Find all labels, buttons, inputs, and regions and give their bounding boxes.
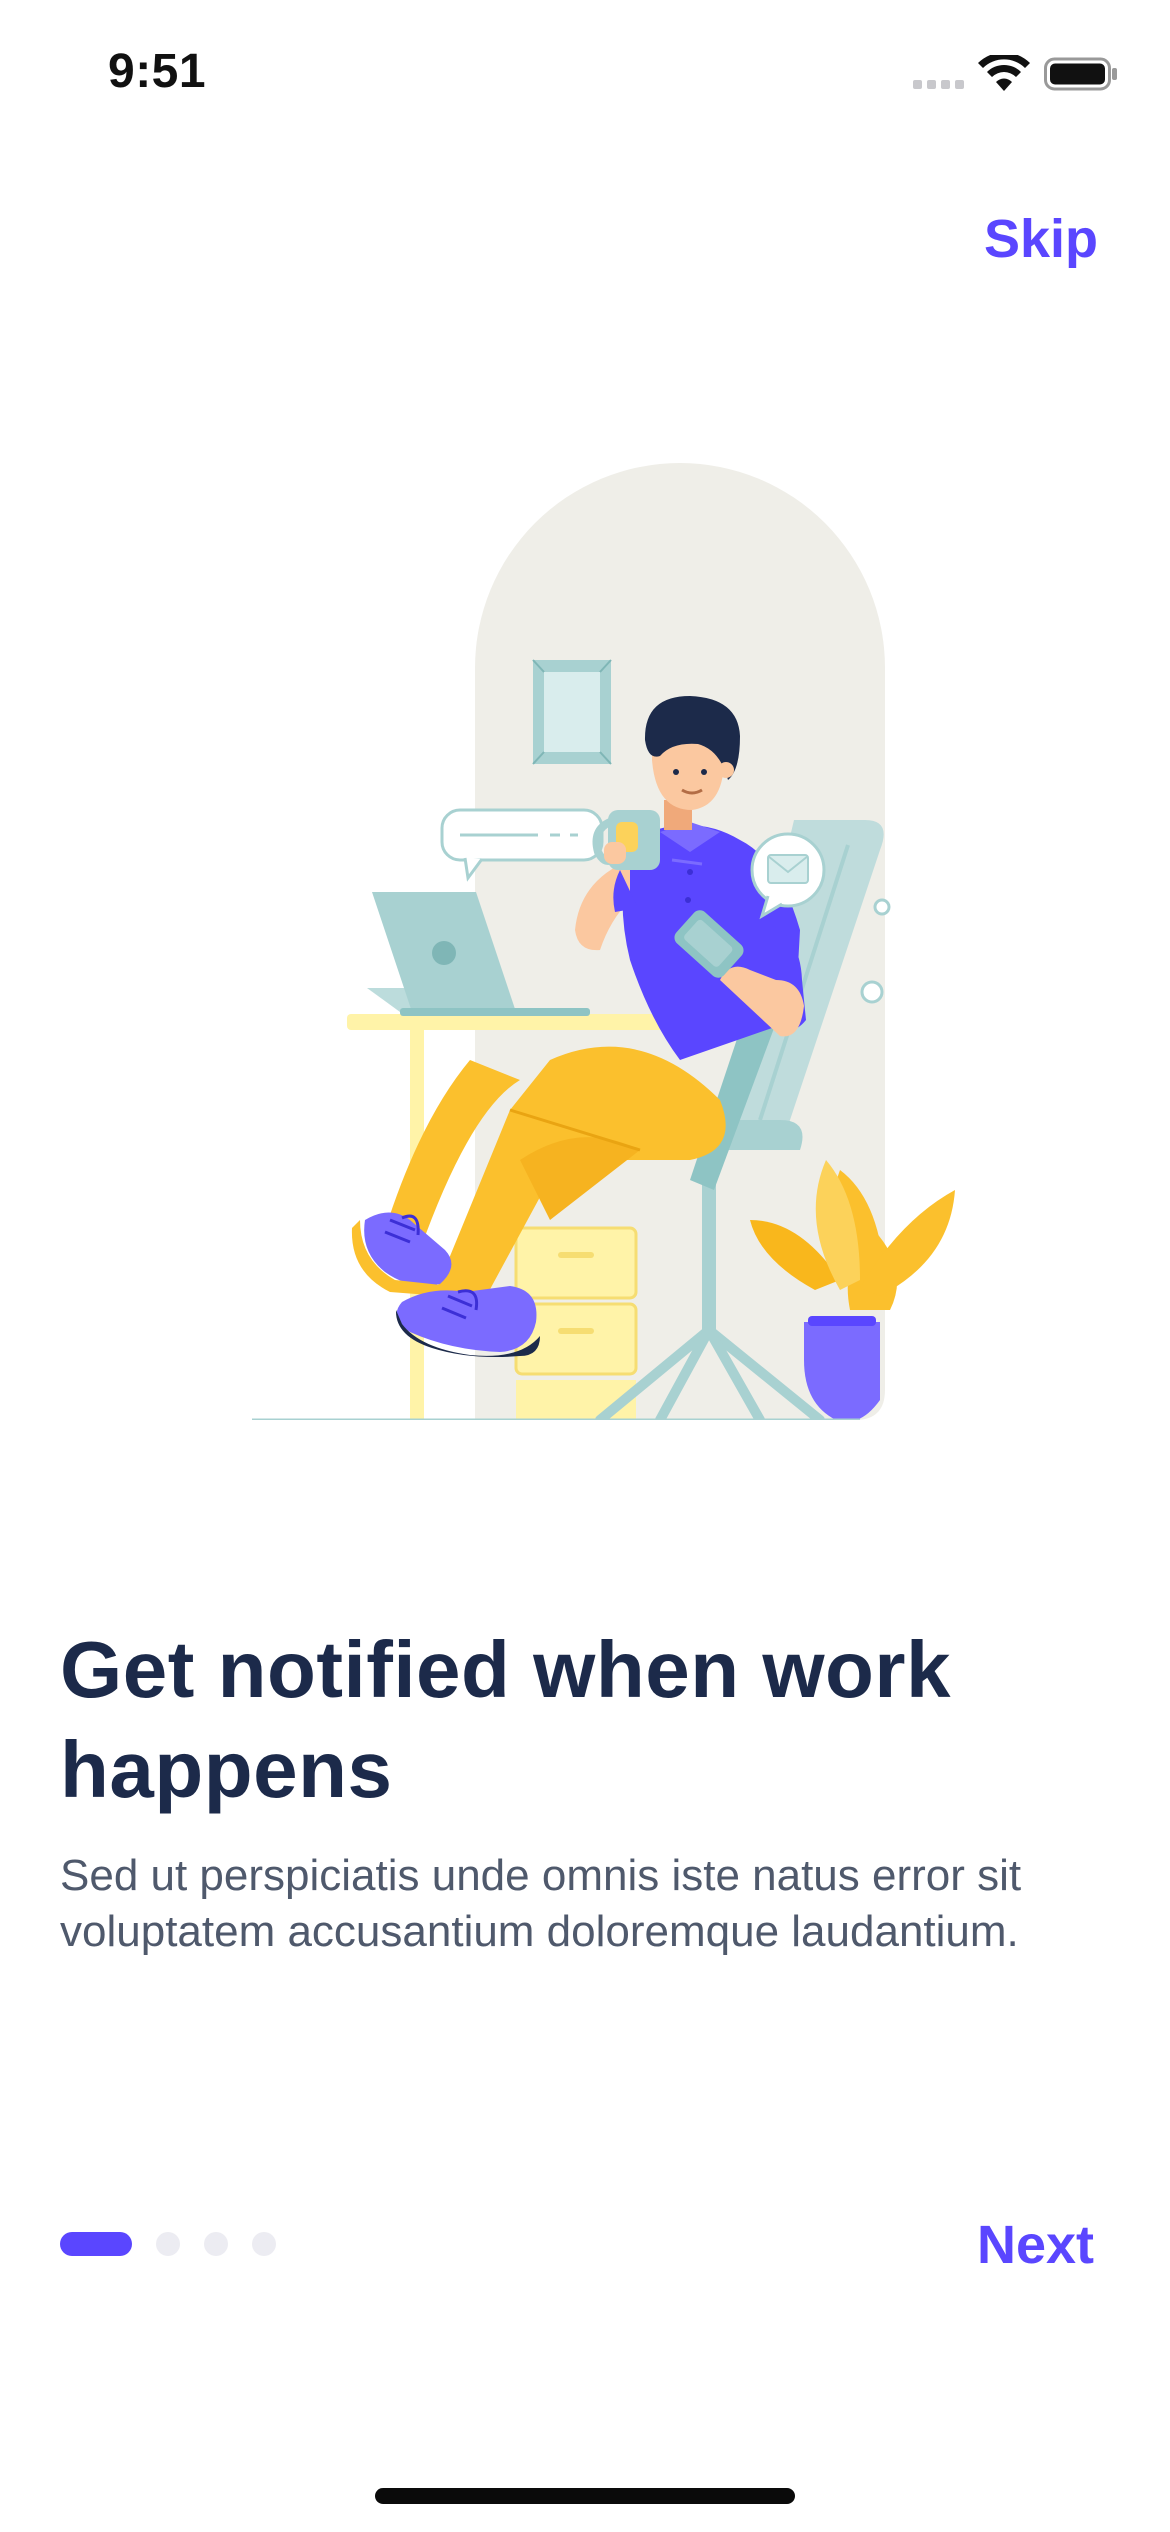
page-indicator — [60, 2232, 276, 2256]
shoe-icon — [351, 1212, 452, 1296]
wifi-icon — [978, 55, 1030, 91]
page-dot-active[interactable] — [60, 2232, 132, 2256]
skip-button[interactable]: Skip — [984, 208, 1098, 270]
onboarding-illustration — [252, 463, 955, 1420]
home-indicator — [375, 2488, 795, 2504]
page-dot[interactable] — [156, 2232, 180, 2256]
page-dot[interactable] — [252, 2232, 276, 2256]
signal-icon — [913, 59, 964, 89]
status-icons — [913, 52, 1118, 96]
page-title: Get notified when work happens — [60, 1625, 952, 1814]
battery-icon — [1044, 57, 1117, 91]
wall-frame-icon — [532, 659, 612, 765]
next-button[interactable]: Next — [977, 2214, 1094, 2276]
status-time: 9:51 — [108, 45, 207, 98]
status-bar: 9:51 — [0, 0, 1170, 150]
page-description: Sed ut perspiciatis unde omnis iste natu… — [60, 1851, 1022, 1956]
page-dot[interactable] — [204, 2232, 228, 2256]
